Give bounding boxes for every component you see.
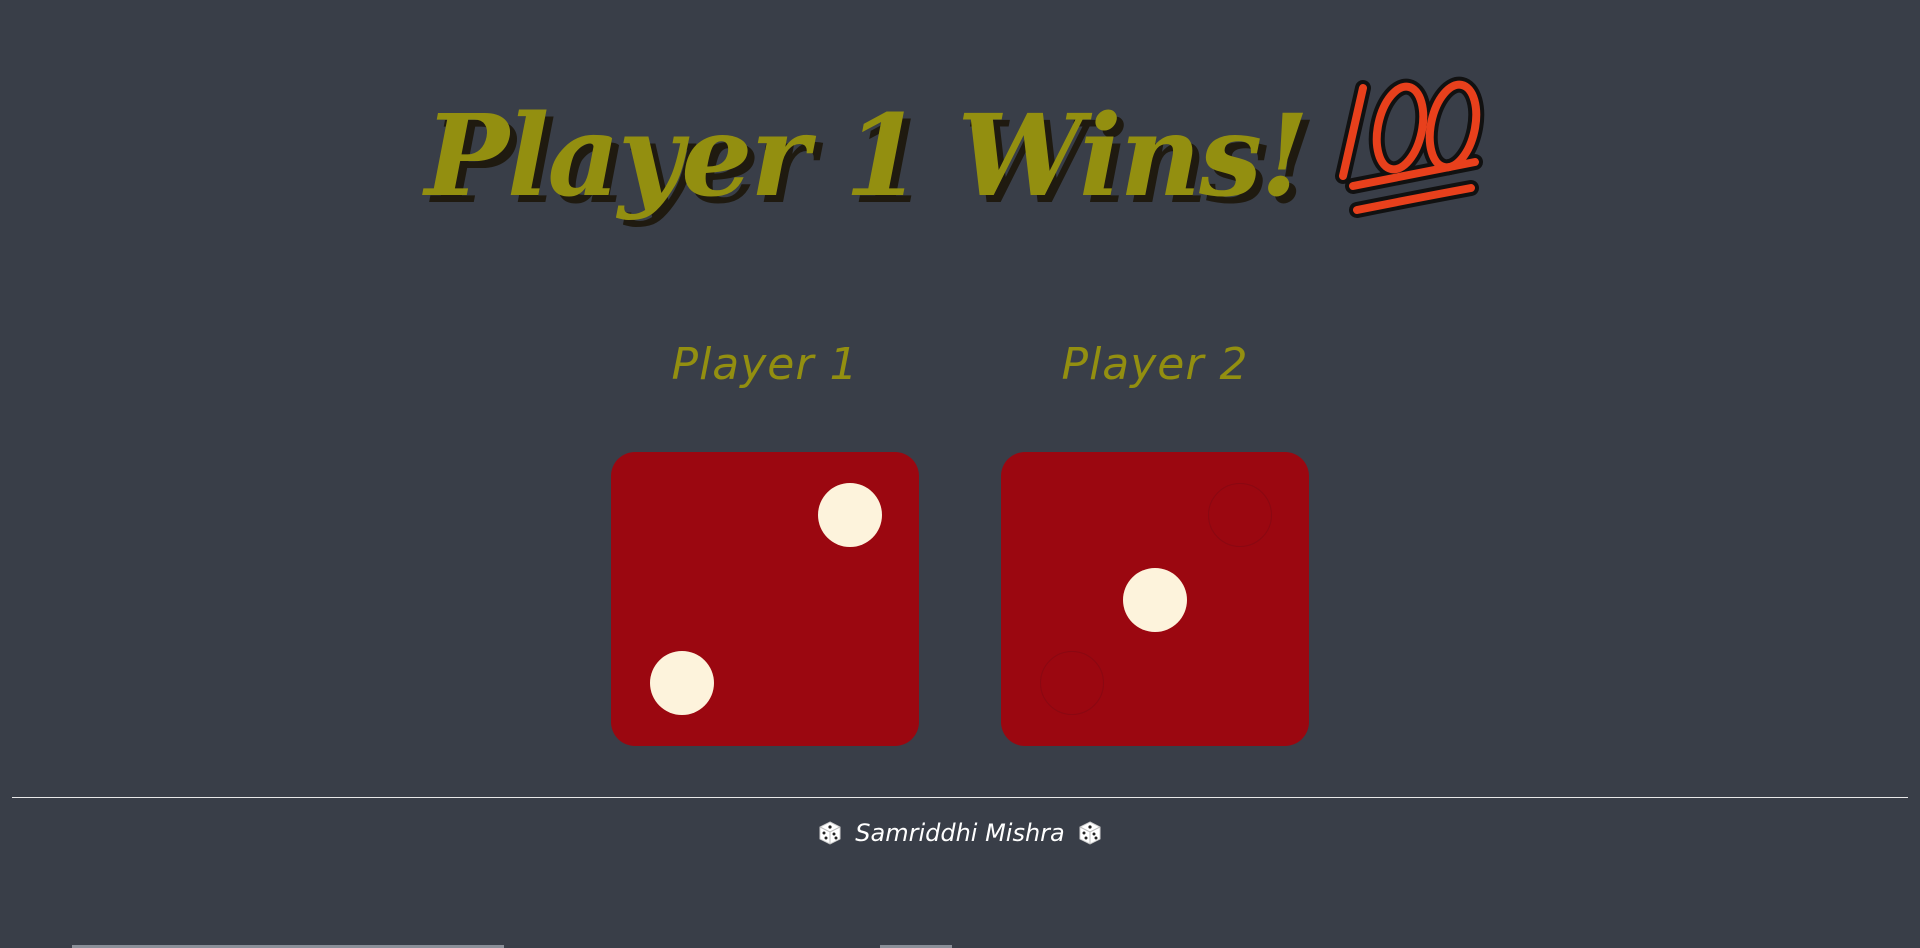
player-2-dice bbox=[1001, 452, 1309, 746]
header: Player 1 Wins! bbox=[0, 62, 1920, 252]
footer: Samriddhi Mishra bbox=[0, 812, 1920, 852]
player-2-label: Player 2 bbox=[1061, 339, 1249, 390]
author-name: Samriddhi Mishra bbox=[855, 819, 1065, 847]
dice-icon bbox=[819, 821, 841, 845]
dice-pip bbox=[1123, 568, 1187, 632]
dice-pip bbox=[818, 483, 882, 547]
hundred-points-icon bbox=[1335, 76, 1485, 218]
dice-pip-hidden bbox=[1208, 483, 1272, 547]
dice-pip bbox=[650, 651, 714, 715]
player-1-label: Player 1 bbox=[671, 339, 859, 390]
dice-pip-hidden bbox=[1040, 651, 1104, 715]
page-title: Player 1 Wins! bbox=[424, 91, 1310, 222]
player-1-dice bbox=[611, 452, 919, 746]
footer-divider bbox=[12, 797, 1908, 798]
dice-icon bbox=[1079, 821, 1101, 845]
